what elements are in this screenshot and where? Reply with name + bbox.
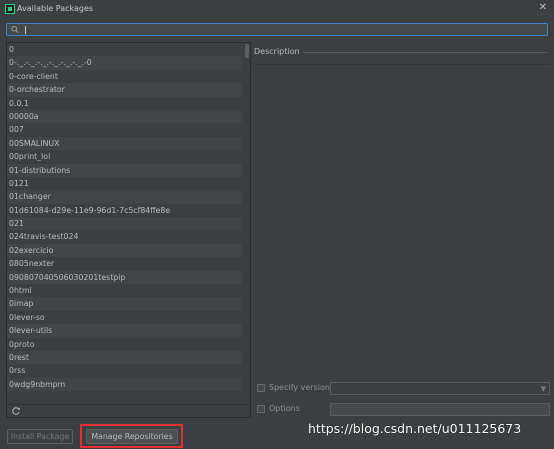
specify-version-checkbox[interactable] bbox=[257, 384, 265, 392]
scrollbar[interactable] bbox=[244, 43, 250, 393]
scrollbar-thumb[interactable] bbox=[245, 44, 249, 58]
refresh-icon[interactable] bbox=[11, 406, 21, 416]
description-label: Description bbox=[254, 47, 303, 56]
list-item[interactable]: 0lever-utils bbox=[7, 324, 242, 338]
list-item[interactable]: 007 bbox=[7, 123, 242, 136]
list-item[interactable]: 0.0.1 bbox=[7, 97, 242, 110]
options-checkbox[interactable] bbox=[257, 405, 265, 413]
list-toolbar bbox=[7, 404, 250, 417]
list-item[interactable]: 0121 bbox=[7, 177, 242, 190]
list-item[interactable]: 0x bbox=[7, 391, 242, 393]
chevron-down-icon: ▼ bbox=[540, 385, 546, 393]
list-item[interactable]: 01-distributions bbox=[7, 163, 242, 177]
search-icon bbox=[11, 26, 19, 34]
text-caret bbox=[25, 26, 26, 34]
list-item[interactable]: 090807040506030201testpip bbox=[7, 270, 242, 285]
list-item[interactable]: 01d61084-d29e-11e9-96d1-7c5cf84ffe8e bbox=[7, 204, 242, 217]
list-item[interactable]: 0rest bbox=[7, 350, 242, 365]
list-item[interactable]: 0-core-client bbox=[7, 70, 242, 83]
list-item[interactable]: 00SMALINUX bbox=[7, 136, 242, 151]
list-item[interactable]: 0proto bbox=[7, 338, 242, 351]
version-select[interactable]: ▼ bbox=[330, 382, 550, 395]
options-label: Options bbox=[269, 404, 300, 413]
window-title: Available Packages bbox=[17, 4, 94, 13]
highlight-annotation bbox=[80, 424, 183, 448]
list-item[interactable]: 0html bbox=[7, 284, 242, 297]
list-item[interactable]: 024travis-test024 bbox=[7, 230, 242, 243]
package-list-panel: 0 0-._.-._.-._.-._.-._.-._.-0 0-core-clien… bbox=[6, 42, 251, 418]
list-item[interactable]: 0805nexter bbox=[7, 257, 242, 270]
list-item[interactable]: 00000a bbox=[7, 109, 242, 124]
list-item[interactable]: 0wdg9nbmpm bbox=[7, 377, 242, 392]
list-item[interactable]: 0 bbox=[7, 43, 242, 56]
pycharm-app-icon bbox=[5, 4, 15, 14]
list-item[interactable]: 021 bbox=[7, 217, 242, 231]
list-item[interactable]: 0lever-so bbox=[7, 311, 242, 324]
list-item[interactable]: 02exercicio bbox=[7, 243, 242, 258]
watermark: https://blog.csdn.net/u011125673 bbox=[308, 421, 522, 436]
list-item[interactable]: 0-._.-._.-._.-._.-._.-._.-0 bbox=[7, 56, 242, 70]
options-input[interactable] bbox=[330, 403, 550, 416]
description-panel: Description Specify version ▼ Options bbox=[254, 42, 550, 418]
title-bar: Available Packages ✕ bbox=[0, 0, 554, 18]
specify-version-row: Specify version ▼ bbox=[257, 382, 550, 395]
list-item[interactable]: 01changer bbox=[7, 190, 242, 204]
close-icon[interactable]: ✕ bbox=[539, 2, 547, 14]
search-input[interactable] bbox=[25, 25, 525, 34]
options-row: Options bbox=[257, 403, 550, 416]
install-package-button[interactable]: Install Package bbox=[7, 429, 73, 444]
search-field[interactable] bbox=[6, 23, 548, 36]
list-item[interactable]: 0rss bbox=[7, 364, 242, 377]
specify-version-label: Specify version bbox=[269, 383, 330, 392]
list-item[interactable]: 0imap bbox=[7, 297, 242, 311]
list-item[interactable]: 00print_lol bbox=[7, 150, 242, 163]
description-separator bbox=[298, 52, 548, 53]
package-list[interactable]: 0 0-._.-._.-._.-._.-._.-._.-0 0-core-clien… bbox=[7, 43, 242, 393]
description-content bbox=[254, 64, 550, 377]
list-item[interactable]: 0-orchestrator bbox=[7, 83, 242, 97]
